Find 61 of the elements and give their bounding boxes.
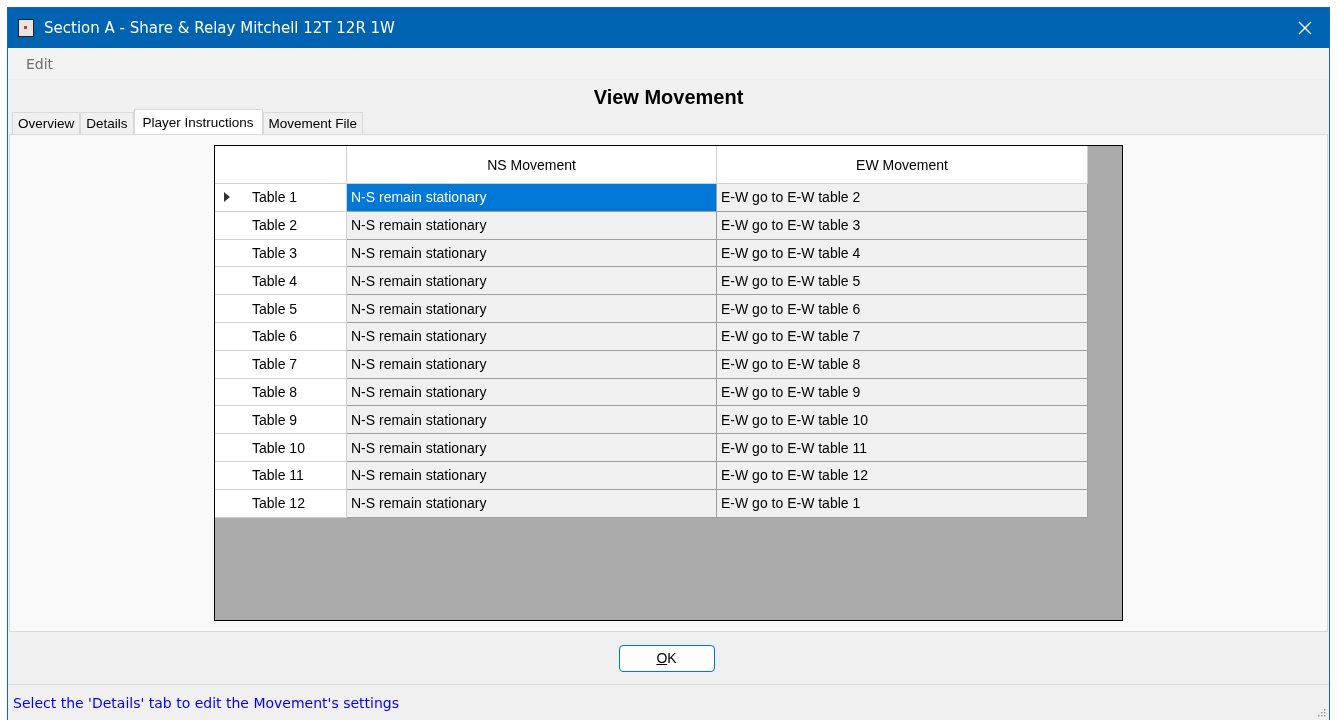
table-cell[interactable]: N-S remain stationary: [347, 295, 717, 323]
row-label: Table 11: [252, 467, 304, 484]
tab[interactable]: Player Instructions: [133, 109, 263, 134]
table-cell[interactable]: E-W go to E-W table 2: [717, 184, 1088, 212]
row-label: Table 5: [252, 300, 298, 317]
table-cell[interactable]: N-S remain stationary: [347, 323, 717, 351]
row-label: Table 2: [252, 217, 298, 234]
table-cell[interactable]: N-S remain stationary: [347, 267, 717, 296]
table-cell[interactable]: N-S remain stationary: [347, 239, 717, 268]
table-cell[interactable]: N-S remain stationary: [347, 350, 717, 379]
row-header[interactable]: Table 6: [215, 323, 347, 351]
row-label: Table 12: [252, 495, 305, 512]
table-cell[interactable]: E-W go to E-W table 1: [717, 489, 1088, 518]
row-label: Table 10: [252, 439, 305, 456]
table-cell[interactable]: E-W go to E-W table 10: [717, 406, 1088, 435]
tab[interactable]: Movement File: [262, 112, 364, 134]
table-cell[interactable]: E-W go to E-W table 11: [717, 434, 1088, 462]
table-cell[interactable]: E-W go to E-W table 7: [717, 323, 1088, 351]
row-header[interactable]: Table 10: [215, 434, 347, 462]
menu-item[interactable]: Edit: [20, 55, 60, 72]
row-header[interactable]: Table 7: [215, 350, 347, 379]
row-label: Table 8: [252, 383, 298, 400]
table-cell[interactable]: E-W go to E-W table 8: [717, 350, 1088, 379]
table-cell[interactable]: E-W go to E-W table 6: [717, 295, 1088, 323]
column-header[interactable]: NS Movement: [347, 146, 717, 184]
row-label: Table 9: [252, 411, 298, 428]
row-label: Table 6: [252, 328, 298, 345]
resize-grip-icon[interactable]: [1316, 707, 1326, 717]
row-label: Table 1: [252, 189, 298, 206]
window-title: Section A - Share & Relay Mitchell 12T 12R 1W: [44, 19, 396, 37]
table-cell[interactable]: N-S remain stationary: [347, 489, 717, 518]
ok-button[interactable]: OK: [618, 644, 715, 672]
table-cell[interactable]: N-S remain stationary: [347, 184, 717, 212]
heading: View Movement: [593, 86, 744, 109]
row-label: Table 4: [252, 272, 298, 289]
row-header[interactable]: Table 5: [215, 295, 347, 323]
table-cell[interactable]: E-W go to E-W table 3: [717, 211, 1088, 240]
tab[interactable]: Overview: [12, 112, 81, 134]
table-cell[interactable]: N-S remain stationary: [347, 434, 717, 462]
table-cell[interactable]: E-W go to E-W table 4: [717, 239, 1088, 268]
column-header[interactable]: EW Movement: [717, 146, 1088, 184]
table-cell[interactable]: N-S remain stationary: [347, 406, 717, 435]
row-header[interactable]: Table 4: [215, 267, 347, 296]
table-cell[interactable]: N-S remain stationary: [347, 378, 717, 407]
table-cell[interactable]: E-W go to E-W table 12: [717, 461, 1088, 490]
row-label: Table 7: [252, 356, 298, 373]
app-icon: [18, 19, 34, 37]
status-text: Select the 'Details' tab to edit the Movement's settings: [13, 694, 399, 711]
table-cell[interactable]: E-W go to E-W table 5: [717, 267, 1088, 296]
table-cell[interactable]: N-S remain stationary: [347, 461, 717, 490]
row-header[interactable]: Table 1: [215, 184, 347, 212]
row-header[interactable]: Table 9: [215, 406, 347, 435]
row-header[interactable]: Table 12: [215, 489, 347, 518]
tab[interactable]: Details: [80, 112, 134, 134]
table-cell[interactable]: N-S remain stationary: [347, 211, 717, 240]
row-header[interactable]: Table 2: [215, 211, 347, 240]
row-header[interactable]: Table 8: [215, 378, 347, 407]
row-label: Table 3: [252, 245, 298, 261]
table-cell[interactable]: E-W go to E-W table 9: [717, 378, 1088, 407]
row-header[interactable]: Table 3: [215, 239, 347, 268]
row-header[interactable]: Table 11: [215, 461, 347, 490]
